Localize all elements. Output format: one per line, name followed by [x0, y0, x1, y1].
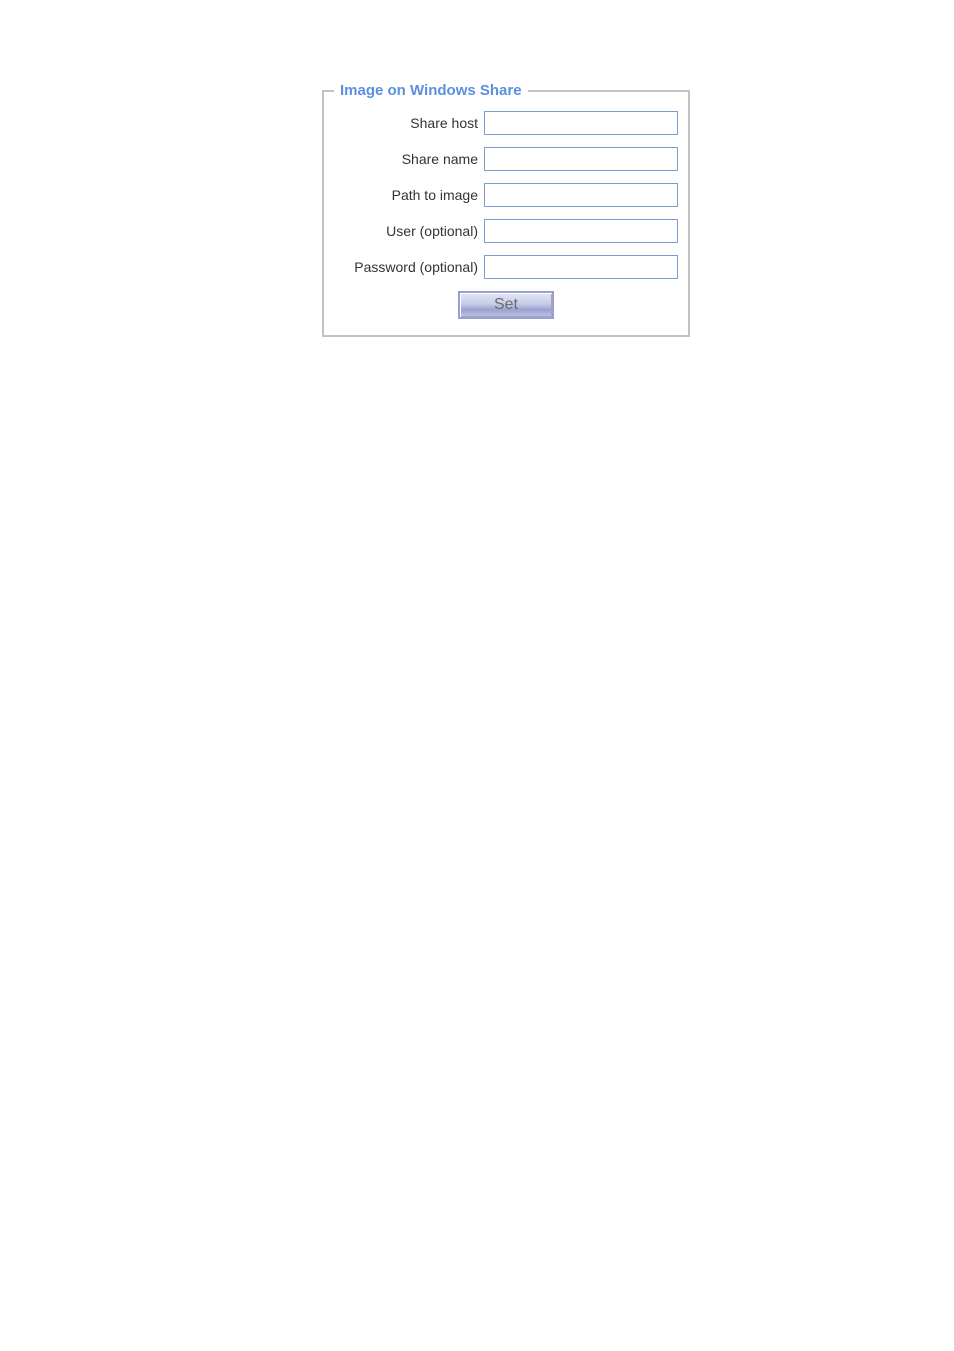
label-path-to-image: Path to image [334, 187, 484, 203]
password-input[interactable] [484, 255, 678, 279]
set-button[interactable]: Set [458, 291, 554, 319]
button-row: Set [334, 291, 678, 319]
label-share-host: Share host [334, 115, 484, 131]
row-path-to-image: Path to image [334, 183, 678, 207]
row-password: Password (optional) [334, 255, 678, 279]
label-share-name: Share name [334, 151, 484, 167]
row-user: User (optional) [334, 219, 678, 243]
path-to-image-input[interactable] [484, 183, 678, 207]
row-share-name: Share name [334, 147, 678, 171]
label-user: User (optional) [334, 223, 484, 239]
row-share-host: Share host [334, 111, 678, 135]
windows-share-fieldset: Image on Windows Share Share host Share … [322, 82, 690, 337]
share-name-input[interactable] [484, 147, 678, 171]
share-host-input[interactable] [484, 111, 678, 135]
windows-share-panel: Image on Windows Share Share host Share … [322, 82, 690, 337]
user-input[interactable] [484, 219, 678, 243]
label-password: Password (optional) [334, 259, 484, 275]
fieldset-legend: Image on Windows Share [334, 82, 528, 99]
